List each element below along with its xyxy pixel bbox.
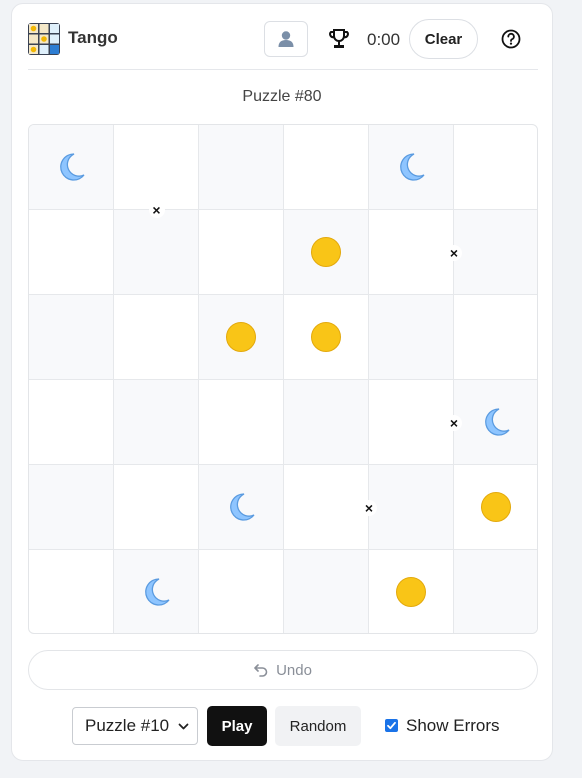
sun-icon	[311, 237, 341, 267]
board-cell[interactable]	[199, 210, 284, 295]
board-cell[interactable]	[29, 125, 114, 210]
moon-icon	[485, 408, 510, 436]
cross-constraint-icon: ×	[446, 414, 462, 431]
board-cell[interactable]	[284, 295, 369, 380]
puzzle-select-value: Puzzle #10	[85, 716, 170, 735]
avatar-icon	[278, 31, 294, 47]
board-cell[interactable]	[199, 295, 284, 380]
puzzle-title: Puzzle #80	[242, 88, 322, 105]
undo-label: Undo	[276, 661, 312, 679]
app-title: Tango	[68, 28, 118, 47]
board-cell[interactable]	[114, 550, 199, 633]
header: Tango 0:00 Clear	[28, 19, 538, 70]
board-cell[interactable]	[114, 125, 199, 210]
sun-icon	[481, 492, 511, 522]
sun-icon	[396, 577, 426, 607]
board-cell[interactable]	[199, 125, 284, 210]
cross-constraint-icon: ×	[446, 244, 462, 261]
moon-icon	[230, 493, 255, 521]
board-cell[interactable]	[454, 295, 537, 380]
cross-constraint-icon: ×	[148, 202, 165, 218]
moon-icon	[400, 153, 425, 181]
board-cell[interactable]	[29, 295, 114, 380]
trophy-icon[interactable]	[328, 27, 350, 51]
chevron-down-icon	[178, 723, 189, 730]
play-button[interactable]: Play	[207, 706, 267, 746]
board-cell[interactable]	[284, 210, 369, 295]
show-errors-label[interactable]: Show Errors	[406, 716, 500, 736]
board-cell[interactable]	[369, 210, 454, 295]
board-cell[interactable]	[199, 380, 284, 465]
moon-icon	[60, 153, 85, 181]
board-cell[interactable]	[29, 380, 114, 465]
board-cell[interactable]	[284, 550, 369, 633]
timer: 0:00	[367, 30, 401, 49]
game-card: Tango 0:00 Clear Puzzle #80 × × × × Undo…	[11, 3, 553, 761]
board-cell[interactable]	[199, 465, 284, 550]
board-cell[interactable]	[284, 125, 369, 210]
board-cell[interactable]	[369, 295, 454, 380]
show-errors-checkbox[interactable]	[385, 719, 398, 732]
board-cell[interactable]	[454, 550, 537, 633]
board-cell[interactable]	[284, 465, 369, 550]
puzzle-select[interactable]: Puzzle #10	[72, 707, 198, 745]
board-cell[interactable]	[369, 465, 454, 550]
clear-button[interactable]: Clear	[409, 19, 478, 59]
board-cell[interactable]	[369, 125, 454, 210]
puzzle-board: × × × ×	[28, 124, 538, 634]
checkmark-icon	[387, 721, 396, 730]
board-cell[interactable]	[114, 295, 199, 380]
tango-logo-icon	[28, 23, 60, 55]
undo-button[interactable]: Undo	[28, 650, 538, 690]
board-cell[interactable]	[199, 550, 284, 633]
undo-icon	[254, 664, 268, 677]
moon-icon	[145, 578, 170, 606]
board-cell[interactable]	[29, 210, 114, 295]
board-cell[interactable]	[29, 550, 114, 633]
profile-button[interactable]	[264, 21, 308, 57]
help-circle-icon[interactable]	[501, 29, 521, 49]
board-cell[interactable]	[454, 380, 537, 465]
board-cell[interactable]	[29, 465, 114, 550]
board-cell[interactable]	[284, 380, 369, 465]
board-cell[interactable]	[454, 125, 537, 210]
sun-icon	[311, 322, 341, 352]
board-cell[interactable]	[369, 550, 454, 633]
cross-constraint-icon: ×	[361, 499, 377, 516]
random-button[interactable]: Random	[275, 706, 361, 746]
board-cell[interactable]	[454, 210, 537, 295]
board-cell[interactable]	[114, 380, 199, 465]
sun-icon	[226, 322, 256, 352]
board-cell[interactable]	[454, 465, 537, 550]
board-cell[interactable]	[369, 380, 454, 465]
board-cell[interactable]	[114, 465, 199, 550]
board-cell[interactable]	[114, 210, 199, 295]
